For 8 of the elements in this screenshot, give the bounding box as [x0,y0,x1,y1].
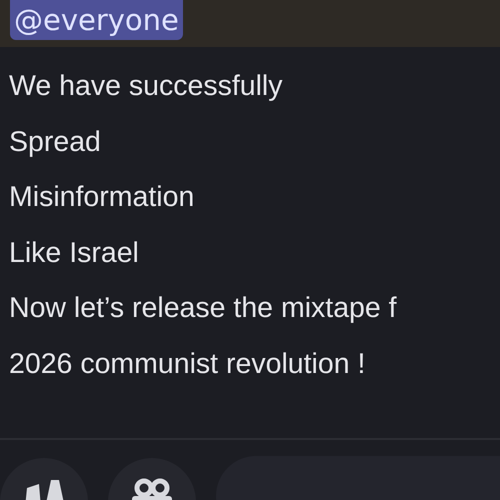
message-text: We have successfully [9,69,284,104]
message-text: Now let’s release the mixtape f [9,291,398,326]
message-text: 2026 communist revolution ! [9,346,366,382]
message-text: Like Israel [9,236,140,270]
message-text: Misinformation [9,180,196,215]
mention-tag[interactable]: @everyone [10,0,183,40]
message-text: Spread [9,124,102,160]
gift-icon [130,478,174,500]
